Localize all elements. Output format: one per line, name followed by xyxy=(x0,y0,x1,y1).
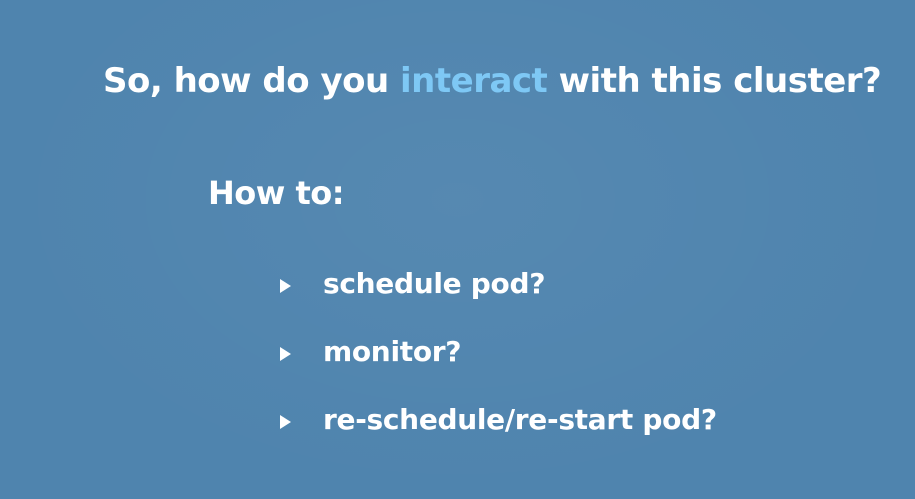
triangle-right-icon xyxy=(280,415,291,429)
bullet-text: re-schedule/re-start pod? xyxy=(323,403,717,436)
triangle-right-icon xyxy=(280,347,291,361)
slide: So, how do you interact with this cluste… xyxy=(0,0,915,499)
bullet-item: monitor? xyxy=(280,318,717,386)
slide-subtitle: How to: xyxy=(208,174,345,212)
bullet-list: schedule pod? monitor? re-schedule/re-st… xyxy=(280,250,717,454)
bullet-text: schedule pod? xyxy=(323,267,546,300)
title-text-end: with this cluster? xyxy=(547,61,882,101)
title-accent-word: interact xyxy=(400,61,548,101)
bullet-text: monitor? xyxy=(323,335,462,368)
bullet-item: re-schedule/re-start pod? xyxy=(280,386,717,454)
slide-title: So, how do you interact with this cluste… xyxy=(103,58,882,104)
triangle-right-icon xyxy=(280,279,291,293)
title-text-start: So, how do you xyxy=(103,61,401,101)
bullet-item: schedule pod? xyxy=(280,250,717,318)
